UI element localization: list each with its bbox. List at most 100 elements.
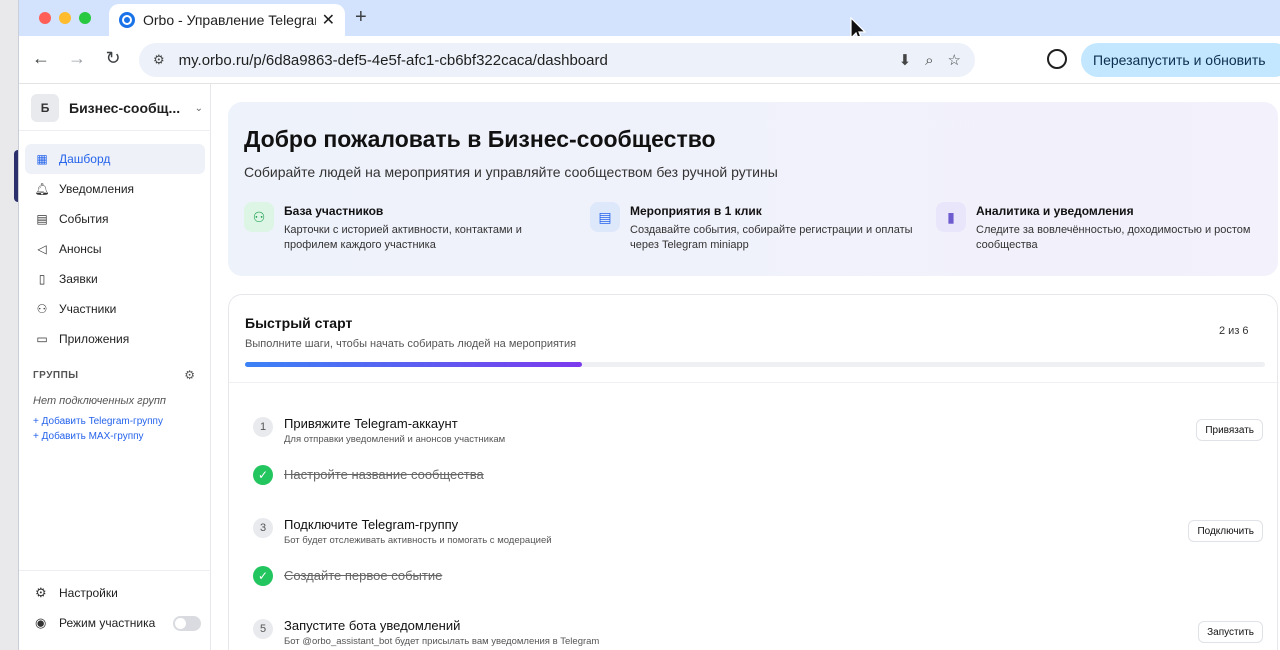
page-title: Добро пожаловать в Бизнес-сообщество: [244, 126, 716, 152]
org-switcher[interactable]: Б Бизнес-сообщ... ⌄: [31, 94, 203, 122]
close-tab-icon[interactable]: ✕: [322, 10, 335, 30]
address-bar[interactable]: ⚙ my.orbo.ru/p/6d8a9863-def5-4e5f-afc1-c…: [139, 43, 975, 77]
org-name: Бизнес-сообщ...: [69, 100, 181, 116]
member-mode-row: ◉ Режим участника: [35, 611, 201, 635]
reload-icon[interactable]: ↻: [101, 48, 125, 69]
bookmark-star-icon[interactable]: ☆: [948, 51, 961, 69]
feature-title: Аналитика и уведомления: [976, 204, 1134, 218]
connect-group-button[interactable]: Подключить: [1188, 520, 1263, 542]
quickstart-card: Быстрый старт Выполните шаги, чтобы нача…: [228, 294, 1279, 650]
zoom-icon[interactable]: ⌕: [925, 52, 933, 69]
sidebar-item-notifications[interactable]: 🔔︎ Уведомления: [25, 174, 205, 204]
members-icon: ⚇: [244, 202, 274, 232]
browser-toolbar: ← → ↻ ⚙ my.orbo.ru/p/6d8a9863-def5-4e5f-…: [19, 36, 1280, 84]
groups-empty-text: Нет подключенных групп: [33, 395, 166, 407]
quickstart-subtitle: Выполните шаги, чтобы начать собирать лю…: [245, 338, 577, 350]
check-icon: ✓: [253, 465, 273, 485]
sidebar-nav: ▦ Дашборд 🔔︎ Уведомления ▤ События ◁ Ано…: [25, 144, 205, 354]
sidebar-item-label: Участники: [59, 302, 117, 316]
feature-analytics: ▮ Аналитика и уведомления Следите за вов…: [936, 202, 1266, 253]
welcome-banner: Добро пожаловать в Бизнес-сообщество Соб…: [228, 102, 1278, 276]
new-tab-icon[interactable]: +: [355, 6, 367, 29]
sidebar-item-label: Уведомления: [59, 182, 135, 196]
app-window-icon: ▭: [36, 332, 48, 346]
feature-title: База участников: [284, 204, 384, 218]
sidebar-item-events[interactable]: ▤ События: [25, 204, 205, 234]
feature-events: ▤ Мероприятия в 1 клик Создавайте событи…: [590, 202, 920, 253]
tab-title: Orbo - Управление Telegram: [143, 12, 316, 28]
minimize-window-button[interactable]: [59, 12, 71, 24]
relaunch-update-button[interactable]: Перезапустить и обновить: [1081, 43, 1280, 77]
feature-desc: Следите за вовлечённостью, доходимостью …: [976, 223, 1250, 253]
launch-bot-button[interactable]: Запустить: [1198, 621, 1263, 643]
eye-icon: ◉: [35, 615, 47, 630]
feature-desc-line: Следите за вовлечённостью, доходимостью …: [976, 224, 1251, 236]
quickstart-progress-count: 2 из 6: [1219, 325, 1249, 337]
calendar-icon: ▤: [36, 212, 48, 226]
sidebar-item-members[interactable]: ⚇ Участники: [25, 294, 205, 324]
calendar-icon: ▤: [590, 202, 620, 232]
member-mode-label: Режим участника: [59, 616, 156, 630]
sidebar-item-label: Приложения: [59, 332, 130, 346]
step-number: 1: [253, 417, 273, 437]
groups-title: ГРУППЫ: [33, 369, 79, 381]
tab-strip: Orbo - Управление Telegram ✕ +: [19, 0, 1280, 42]
document-icon: ▯: [38, 272, 46, 286]
sidebar: Б Бизнес-сообщ... ⌄ ▦ Дашборд 🔔︎ Уведомл…: [19, 84, 211, 650]
quickstart-progress-bar: [245, 362, 1265, 367]
quickstart-progress-fill: [245, 362, 582, 367]
sidebar-item-label: Заявки: [59, 272, 98, 286]
sidebar-item-label: Анонсы: [59, 242, 102, 256]
profile-icon[interactable]: [1047, 49, 1067, 69]
link-account-button[interactable]: Привязать: [1196, 419, 1263, 441]
step-connect-group: 3 Подключите Telegram-группу Бот будет о…: [253, 516, 1263, 556]
url-text[interactable]: my.orbo.ru/p/6d8a9863-def5-4e5f-afc1-cb6…: [179, 52, 885, 69]
sidebar-item-applications[interactable]: ▯ Заявки: [25, 264, 205, 294]
megaphone-icon: ◁: [37, 242, 47, 256]
feature-desc: Карточки с историей активности, контакта…: [284, 223, 522, 253]
step-title: Создайте первое событие: [284, 568, 443, 583]
site-settings-icon[interactable]: ⚙: [153, 52, 165, 68]
org-avatar: Б: [31, 94, 59, 122]
sidebar-item-label: Настройки: [59, 586, 118, 600]
divider: [19, 130, 211, 131]
browser-window: Orbo - Управление Telegram ✕ + ← → ↻ ⚙ m…: [18, 0, 1280, 650]
step-number: 3: [253, 518, 273, 538]
close-window-button[interactable]: [39, 12, 51, 24]
gear-icon: ⚙: [35, 585, 47, 600]
sidebar-item-settings[interactable]: ⚙ Настройки: [35, 581, 201, 605]
step-community-name: ✓ Настройте название сообщества: [253, 463, 1263, 503]
add-telegram-group-link[interactable]: + Добавить Telegram-группу: [33, 416, 163, 427]
users-icon: ⚇: [36, 302, 48, 316]
groups-header: ГРУППЫ ⚙: [33, 368, 195, 382]
bar-chart-icon: ▮: [936, 202, 966, 232]
bell-icon: 🔔︎: [34, 182, 50, 196]
member-mode-toggle[interactable]: [173, 616, 201, 631]
page-subtitle: Собирайте людей на мероприятия и управля…: [244, 164, 778, 180]
browser-tab[interactable]: Orbo - Управление Telegram ✕: [109, 4, 345, 36]
install-app-icon[interactable]: ⬇: [899, 51, 912, 69]
sidebar-item-label: Дашборд: [59, 152, 111, 166]
maximize-window-button[interactable]: [79, 12, 91, 24]
step-desc: Бот будет отслеживать активность и помог…: [284, 535, 552, 546]
step-notification-bot: 5 Запустите бота уведомлений Бот @orbo_a…: [253, 617, 1263, 650]
feature-members: ⚇ База участников Карточки с историей ак…: [244, 202, 574, 253]
feature-desc: Создавайте события, собирайте регистраци…: [630, 223, 913, 253]
sidebar-item-apps[interactable]: ▭ Приложения: [25, 324, 205, 354]
step-desc: Бот @orbo_assistant_bot будет присылать …: [284, 636, 600, 647]
add-max-group-link[interactable]: + Добавить MAX-группу: [33, 431, 144, 442]
feature-desc-line: Карточки с историей активности, контакта…: [284, 224, 522, 236]
sidebar-item-label: События: [59, 212, 109, 226]
divider: [229, 382, 1279, 383]
gear-icon[interactable]: ⚙: [184, 368, 195, 382]
sidebar-item-dashboard[interactable]: ▦ Дашборд: [25, 144, 205, 174]
check-icon: ✓: [253, 566, 273, 586]
step-title: Запустите бота уведомлений: [284, 618, 461, 633]
back-arrow-icon[interactable]: ←: [29, 48, 53, 69]
orbo-favicon-icon: [119, 12, 135, 28]
forward-arrow-icon[interactable]: →: [65, 48, 89, 69]
step-number: 5: [253, 619, 273, 639]
chevron-down-icon: ⌄: [194, 102, 203, 114]
sidebar-item-announcements[interactable]: ◁ Анонсы: [25, 234, 205, 264]
quickstart-title: Быстрый старт: [245, 315, 353, 331]
